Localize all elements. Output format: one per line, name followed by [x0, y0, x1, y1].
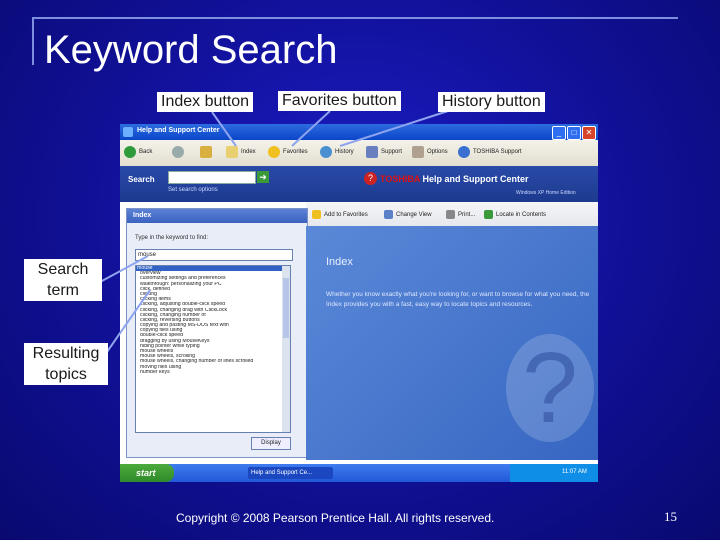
arrow-history — [339, 110, 449, 147]
page-number: 15 — [664, 509, 677, 524]
arrow-search-term — [99, 255, 149, 283]
arrow-favorites — [291, 110, 331, 147]
resulting-topics-callout: Resulting topics — [24, 343, 108, 385]
copyright-footer: Copyright © 2008 Pearson Prentice Hall. … — [176, 511, 495, 525]
favorites-button-callout: Favorites button — [278, 91, 401, 111]
search-term-callout: Search term — [24, 259, 102, 301]
index-button-callout: Index button — [157, 92, 254, 112]
arrow-index — [211, 111, 237, 147]
history-button-callout: History button — [438, 92, 545, 112]
callout-arrows — [99, 110, 449, 363]
